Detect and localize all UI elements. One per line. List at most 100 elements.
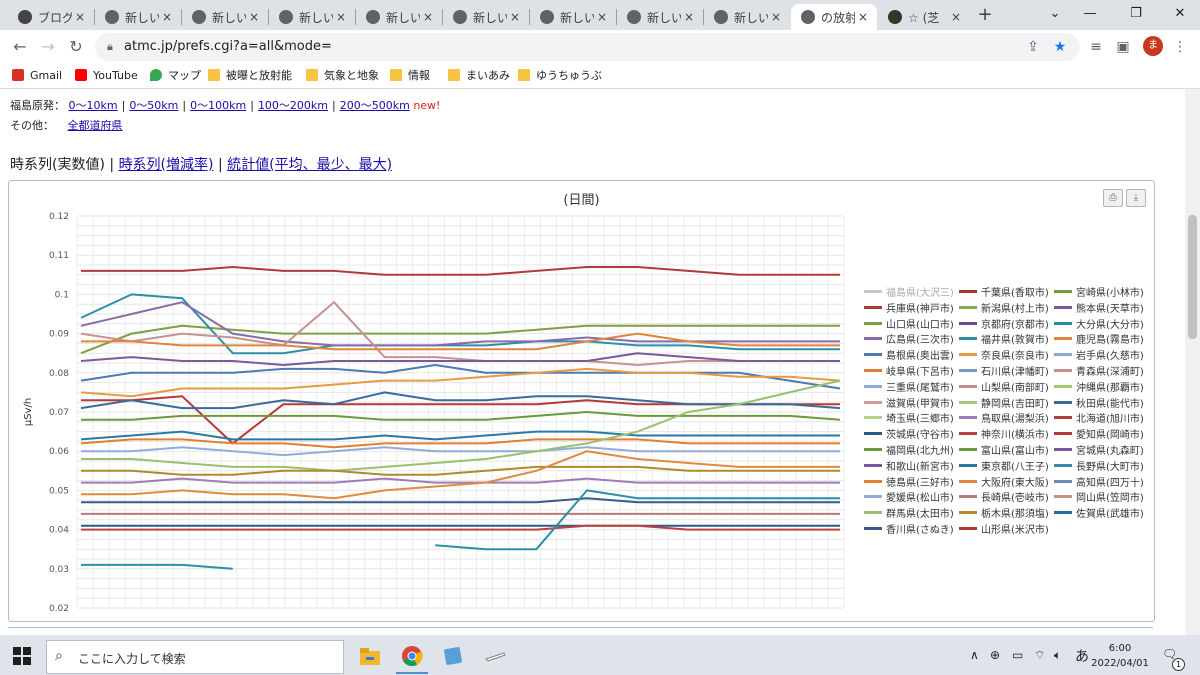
mode-link-stats[interactable]: 統計値(平均、最少、最大) — [227, 157, 392, 173]
legend-item[interactable]: 北海道(旭川市) — [1054, 410, 1144, 425]
tab-5[interactable]: 新しいタ× — [443, 4, 529, 30]
legend-item[interactable]: 滋賀県(甲賀市) — [864, 395, 954, 410]
download-icon[interactable]: ⤓ — [1126, 189, 1146, 207]
legend-item[interactable]: 山形県(米沢市) — [959, 521, 1049, 536]
legend-item[interactable]: 三重県(尾鷲市) — [864, 379, 954, 394]
link-all-prefectures[interactable]: 全都道府県 — [68, 119, 123, 132]
legend-item[interactable]: 愛媛県(松山市) — [864, 489, 954, 504]
media-icon[interactable]: ≡ — [1086, 37, 1106, 57]
tab-0[interactable]: ブログ管× — [8, 4, 94, 30]
notes-app-icon[interactable] — [441, 645, 465, 667]
link-0-50km[interactable]: 0〜50km — [129, 99, 178, 112]
lock-icon[interactable]: 🔒︎ — [107, 40, 113, 54]
link-200-500km[interactable]: 200〜500km — [340, 99, 410, 112]
windows-start-icon[interactable] — [12, 646, 32, 666]
legend-item[interactable]: 宮城県(丸森町) — [1054, 442, 1144, 457]
legend-item[interactable]: 兵庫県(神戸市) — [864, 300, 954, 315]
tab-close-icon[interactable]: × — [507, 10, 523, 24]
battery-icon[interactable]: ▭ — [1012, 648, 1023, 662]
bookmark-item[interactable]: まいあみ — [448, 66, 510, 84]
ime-indicator[interactable]: あ — [1075, 646, 1089, 666]
bookmark-item[interactable]: 気象と地象 — [306, 66, 379, 84]
tab-1[interactable]: 新しいタ× — [95, 4, 181, 30]
url-text[interactable]: atmc.jp/prefs.cgi?a=all&mode= — [124, 39, 332, 54]
legend-item[interactable]: 広島県(三次市) — [864, 331, 954, 346]
legend-item[interactable]: 静岡県(吉田町) — [959, 395, 1049, 410]
tab-close-icon[interactable]: × — [681, 10, 697, 24]
legend-item[interactable]: 埼玉県(三郷市) — [864, 410, 954, 425]
reload-icon[interactable]: ↻ — [64, 35, 88, 59]
legend-item[interactable]: 大分県(大分市) — [1054, 316, 1144, 331]
legend-item[interactable]: 長崎県(壱岐市) — [959, 489, 1049, 504]
legend-item[interactable]: 佐賀県(武雄市) — [1054, 505, 1144, 520]
link-0-10km[interactable]: 0〜10km — [69, 99, 118, 112]
legend-item[interactable]: 福岡県(北九州) — [864, 442, 954, 457]
tab-close-icon[interactable]: × — [594, 10, 610, 24]
wifi-icon[interactable]: ⌔ — [1034, 648, 1045, 663]
restore-button[interactable]: ❐ — [1114, 0, 1158, 30]
legend-item[interactable]: 長野県(大町市) — [1054, 458, 1144, 473]
legend-item[interactable]: 島根県(奥出雲) — [864, 347, 954, 362]
legend-item[interactable]: 香川県(さぬき) — [864, 521, 954, 536]
legend-item[interactable]: 岩手県(久慈市) — [1054, 347, 1144, 362]
tab-close-icon[interactable]: × — [159, 10, 175, 24]
link-100-200km[interactable]: 100〜200km — [258, 99, 328, 112]
legend-item[interactable]: 群馬県(太田市) — [864, 505, 954, 520]
legend-item[interactable]: 千葉県(香取市) — [959, 284, 1049, 299]
legend-item[interactable]: 大阪府(東大阪) — [959, 474, 1049, 489]
mode-link-rate[interactable]: 時系列(増減率) — [119, 157, 214, 173]
legend-item[interactable]: 山口県(山口市) — [864, 316, 954, 331]
bookmark-item[interactable]: 情報 — [390, 66, 430, 84]
minimize-button[interactable]: — — [1068, 0, 1112, 30]
bookmark-item[interactable]: 被曝と放射能 — [208, 66, 292, 84]
tab-close-icon[interactable]: × — [420, 10, 436, 24]
close-window-button[interactable]: ✕ — [1158, 0, 1200, 30]
chrome-icon[interactable] — [400, 645, 424, 667]
side-panel-icon[interactable]: ▣ — [1113, 37, 1133, 57]
tab-4[interactable]: 新しいタ× — [356, 4, 442, 30]
legend-item[interactable]: 奈良県(奈良市) — [959, 347, 1049, 362]
legend-item[interactable]: 福井県(敦賀市) — [959, 331, 1049, 346]
legend-item[interactable]: 栃木県(那須塩) — [959, 505, 1049, 520]
legend-item[interactable]: 沖縄県(那覇市) — [1054, 379, 1144, 394]
tab-search-icon[interactable]: ⌄ — [1040, 0, 1070, 30]
tab-8[interactable]: 新しいタ× — [704, 4, 790, 30]
file-explorer-icon[interactable] — [358, 645, 382, 667]
taskbar-search-placeholder[interactable]: ここに入力して検索 — [78, 650, 186, 667]
legend-item[interactable]: 高知県(四万十) — [1054, 474, 1144, 489]
bookmark-item[interactable]: YouTube — [75, 66, 138, 84]
legend-item[interactable]: 徳島県(三好市) — [864, 474, 954, 489]
legend-item[interactable]: 石川県(津幡町) — [959, 363, 1049, 378]
tab-10[interactable]: ☆ (芝 × — [878, 4, 970, 30]
taskbar-clock[interactable]: 6:00 2022/04/01 — [1090, 641, 1150, 671]
menu-icon[interactable]: ⋮ — [1170, 37, 1190, 57]
tab-6[interactable]: 新しいタ× — [530, 4, 616, 30]
tray-expand-icon[interactable]: ∧ — [970, 648, 979, 662]
legend-item[interactable]: 秋田県(能代市) — [1054, 395, 1144, 410]
tab-close-icon[interactable]: × — [948, 10, 964, 24]
link-0-100km[interactable]: 0〜100km — [190, 99, 246, 112]
legend-item[interactable]: 鹿児島(霧島市) — [1054, 331, 1144, 346]
back-icon[interactable]: ← — [8, 35, 32, 59]
network-icon[interactable]: ⊕ — [990, 648, 1000, 662]
new-tab-button[interactable]: + — [975, 5, 995, 25]
print-icon[interactable]: ⎙ — [1103, 189, 1123, 207]
bookmark-star-icon[interactable]: ★ — [1050, 37, 1070, 57]
legend-item[interactable]: 茨城県(守谷市) — [864, 426, 954, 441]
tab-9[interactable]: の放射 × — [791, 4, 877, 30]
bookmark-item[interactable]: ゆうちゅうぶ — [518, 66, 602, 84]
legend-item[interactable]: 岐阜県(下呂市) — [864, 363, 954, 378]
legend-item[interactable]: 富山県(富山市) — [959, 442, 1049, 457]
share-icon[interactable]: ⇪ — [1023, 37, 1043, 57]
legend-item[interactable]: 青森県(深浦町) — [1054, 363, 1144, 378]
legend-item[interactable]: 新潟県(村上市) — [959, 300, 1049, 315]
legend-item[interactable]: 熊本県(天草市) — [1054, 300, 1144, 315]
legend-item[interactable]: 和歌山(新宮市) — [864, 458, 954, 473]
tab-2[interactable]: 新しいタ× — [182, 4, 268, 30]
legend-item[interactable]: 福島県(大沢三) — [864, 284, 954, 299]
tab-close-icon[interactable]: × — [246, 10, 262, 24]
forward-icon[interactable]: → — [36, 35, 60, 59]
scrollbar-thumb[interactable] — [1188, 215, 1197, 339]
legend-item[interactable]: 岡山県(笠岡市) — [1054, 489, 1144, 504]
avatar[interactable]: ま — [1143, 36, 1163, 56]
